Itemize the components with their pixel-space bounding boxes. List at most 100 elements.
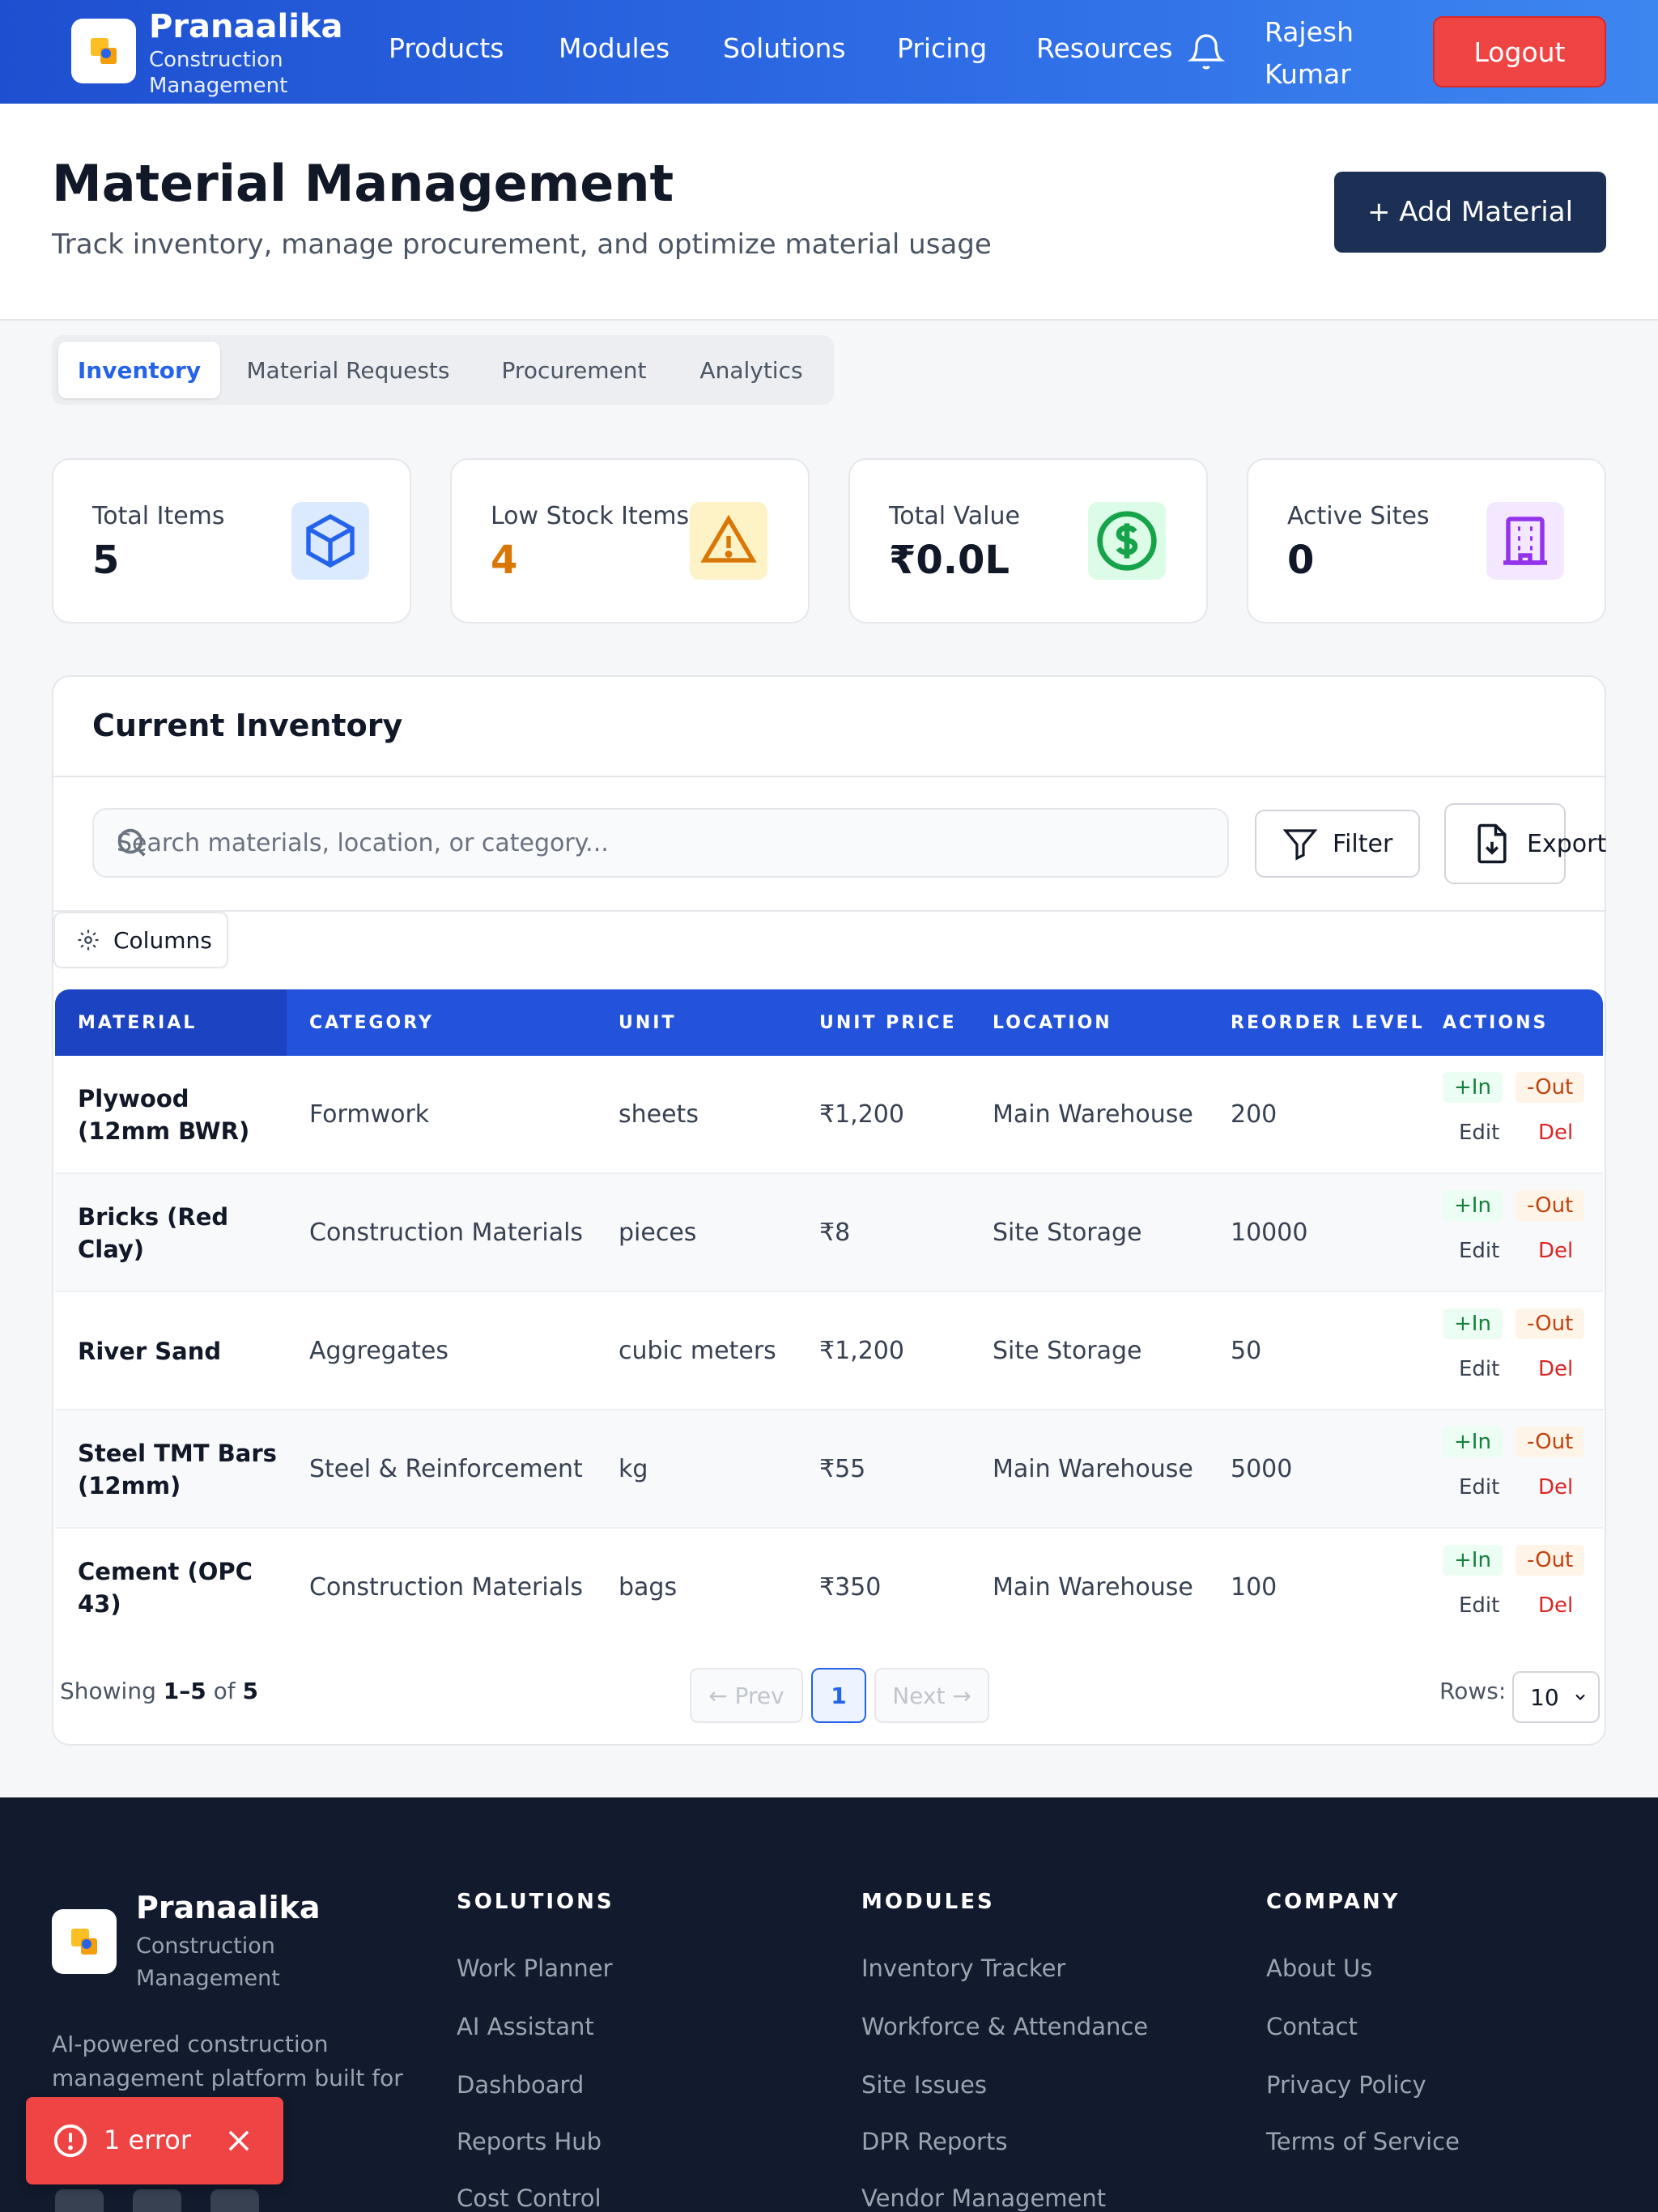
- tab-procurement[interactable]: Procurement: [478, 342, 670, 398]
- error-count: 1 error: [104, 2125, 191, 2155]
- tab-bar: Inventory Material Requests Procurement …: [52, 335, 834, 405]
- gear-icon: [78, 929, 99, 951]
- nav-solutions[interactable]: Solutions: [723, 32, 846, 64]
- cell-location: Main Warehouse: [993, 1573, 1193, 1602]
- cell-reorder-level: 200: [1231, 1100, 1278, 1129]
- brand-logo[interactable]: [71, 19, 136, 83]
- th-material[interactable]: MATERIAL: [55, 989, 287, 1056]
- logout-button[interactable]: Logout: [1433, 16, 1606, 87]
- cell-location: Site Storage: [993, 1219, 1142, 1247]
- tab-inventory[interactable]: Inventory: [58, 342, 220, 398]
- th-unit[interactable]: UNIT: [619, 989, 676, 1056]
- edit-button[interactable]: Edit: [1448, 1590, 1511, 1621]
- stock-out-button[interactable]: -Out: [1516, 1072, 1585, 1103]
- th-reorder-level[interactable]: REORDER LEVEL: [1231, 989, 1425, 1056]
- add-material-button[interactable]: + Add Material: [1334, 172, 1606, 253]
- footer-link[interactable]: Workforce & Attendance: [861, 2013, 1148, 2040]
- delete-button[interactable]: Del: [1527, 1354, 1584, 1385]
- search-input[interactable]: [117, 810, 1218, 876]
- cell-category: Construction Materials: [309, 1573, 584, 1602]
- footer-link[interactable]: AI Assistant: [457, 2013, 594, 2040]
- prev-page-button[interactable]: ← Prev: [690, 1668, 803, 1723]
- footer-heading-modules: MODULES: [861, 1890, 995, 1914]
- edit-button[interactable]: Edit: [1448, 1236, 1511, 1266]
- delete-button[interactable]: Del: [1527, 1236, 1584, 1266]
- th-category[interactable]: CATEGORY: [309, 989, 434, 1056]
- tab-analytics[interactable]: Analytics: [675, 342, 827, 398]
- nav-products[interactable]: Products: [389, 32, 504, 64]
- footer-link[interactable]: About Us: [1266, 1955, 1372, 1982]
- twitter-icon[interactable]: [55, 2189, 104, 2212]
- close-icon[interactable]: [223, 2125, 254, 2156]
- th-actions: ACTIONS: [1443, 1012, 1549, 1033]
- linkedin-icon[interactable]: [210, 2189, 259, 2212]
- footer-link[interactable]: Site Issues: [861, 2071, 987, 2099]
- stat-value: ₹0.0L: [889, 538, 1010, 583]
- cell-reorder-level: 50: [1231, 1337, 1262, 1365]
- edit-button[interactable]: Edit: [1448, 1472, 1511, 1503]
- stock-in-button[interactable]: +In: [1443, 1072, 1503, 1103]
- tab-material-requests[interactable]: Material Requests: [227, 342, 470, 398]
- cell-material: Plywood (12mm BWR): [78, 1085, 250, 1145]
- delete-button[interactable]: Del: [1527, 1590, 1584, 1621]
- brand-name[interactable]: Pranaalika: [149, 8, 343, 45]
- stat-value: 0: [1287, 538, 1315, 583]
- footer-link[interactable]: Dashboard: [457, 2071, 584, 2099]
- delete-button[interactable]: Del: [1527, 1117, 1584, 1148]
- stock-in-button[interactable]: +In: [1443, 1190, 1503, 1221]
- cell-unit-price: ₹1,200: [819, 1100, 904, 1129]
- footer-link[interactable]: Cost Control: [457, 2184, 602, 2212]
- bell-icon[interactable]: [1187, 32, 1226, 71]
- columns-button[interactable]: Columns: [53, 912, 228, 968]
- showing-prefix: Showing: [60, 1678, 156, 1704]
- rows-per-page-select[interactable]: 10: [1512, 1671, 1600, 1723]
- th-location[interactable]: LOCATION: [993, 989, 1112, 1056]
- footer-link[interactable]: Inventory Tracker: [861, 1955, 1065, 1982]
- github-icon[interactable]: [133, 2189, 181, 2212]
- footer-link[interactable]: Contact: [1266, 2013, 1358, 2040]
- stat-card-total-items: Total Items 5: [52, 458, 411, 623]
- nav-resources[interactable]: Resources: [1036, 32, 1173, 64]
- cell-unit: sheets: [619, 1100, 699, 1129]
- filter-button[interactable]: Filter: [1255, 810, 1420, 878]
- error-toast[interactable]: 1 error: [26, 2097, 283, 2184]
- cell-unit-price: ₹8: [819, 1219, 851, 1247]
- logo-icon: [71, 1929, 97, 1955]
- footer-link[interactable]: DPR Reports: [861, 2128, 1007, 2155]
- footer-link[interactable]: Privacy Policy: [1266, 2071, 1426, 2099]
- panel-title: Current Inventory: [92, 708, 403, 743]
- stock-out-button[interactable]: -Out: [1516, 1308, 1585, 1339]
- footer-link[interactable]: Work Planner: [457, 1955, 613, 1982]
- divider: [53, 776, 1605, 777]
- user-name[interactable]: Rajesh Kumar: [1265, 11, 1378, 96]
- stock-out-button[interactable]: -Out: [1516, 1427, 1585, 1457]
- export-button[interactable]: Export: [1444, 803, 1606, 884]
- nav-modules[interactable]: Modules: [559, 32, 670, 64]
- footer-brand-subtitle: Construction Management: [136, 1933, 280, 1991]
- cell-category: Steel & Reinforcement: [309, 1455, 583, 1483]
- th-unit-price[interactable]: UNIT PRICE: [819, 989, 957, 1056]
- nav-pricing[interactable]: Pricing: [897, 32, 987, 64]
- cell-location: Site Storage: [993, 1337, 1142, 1365]
- stock-in-button[interactable]: +In: [1443, 1427, 1503, 1457]
- stat-label: Total Value: [889, 502, 1020, 530]
- showing-range: 1–5: [163, 1678, 206, 1704]
- footer-link[interactable]: Reports Hub: [457, 2128, 602, 2155]
- footer-heading-solutions: SOLUTIONS: [457, 1890, 614, 1914]
- stock-out-button[interactable]: -Out: [1516, 1545, 1585, 1576]
- page-1-button[interactable]: 1: [811, 1668, 866, 1723]
- stock-out-button[interactable]: -Out: [1516, 1190, 1585, 1221]
- delete-button[interactable]: Del: [1527, 1472, 1584, 1503]
- stock-in-button[interactable]: +In: [1443, 1545, 1503, 1576]
- edit-button[interactable]: Edit: [1448, 1354, 1511, 1385]
- cell-unit-price: ₹1,200: [819, 1337, 904, 1365]
- footer-logo[interactable]: [52, 1909, 117, 1974]
- stock-in-button[interactable]: +In: [1443, 1308, 1503, 1339]
- edit-button[interactable]: Edit: [1448, 1117, 1511, 1148]
- cell-reorder-level: 100: [1231, 1573, 1278, 1602]
- footer-link[interactable]: Terms of Service: [1266, 2128, 1460, 2155]
- rows-value: 10: [1530, 1683, 1559, 1711]
- cell-unit: bags: [619, 1573, 678, 1602]
- footer-link[interactable]: Vendor Management: [861, 2184, 1106, 2212]
- next-page-button[interactable]: Next →: [874, 1668, 989, 1723]
